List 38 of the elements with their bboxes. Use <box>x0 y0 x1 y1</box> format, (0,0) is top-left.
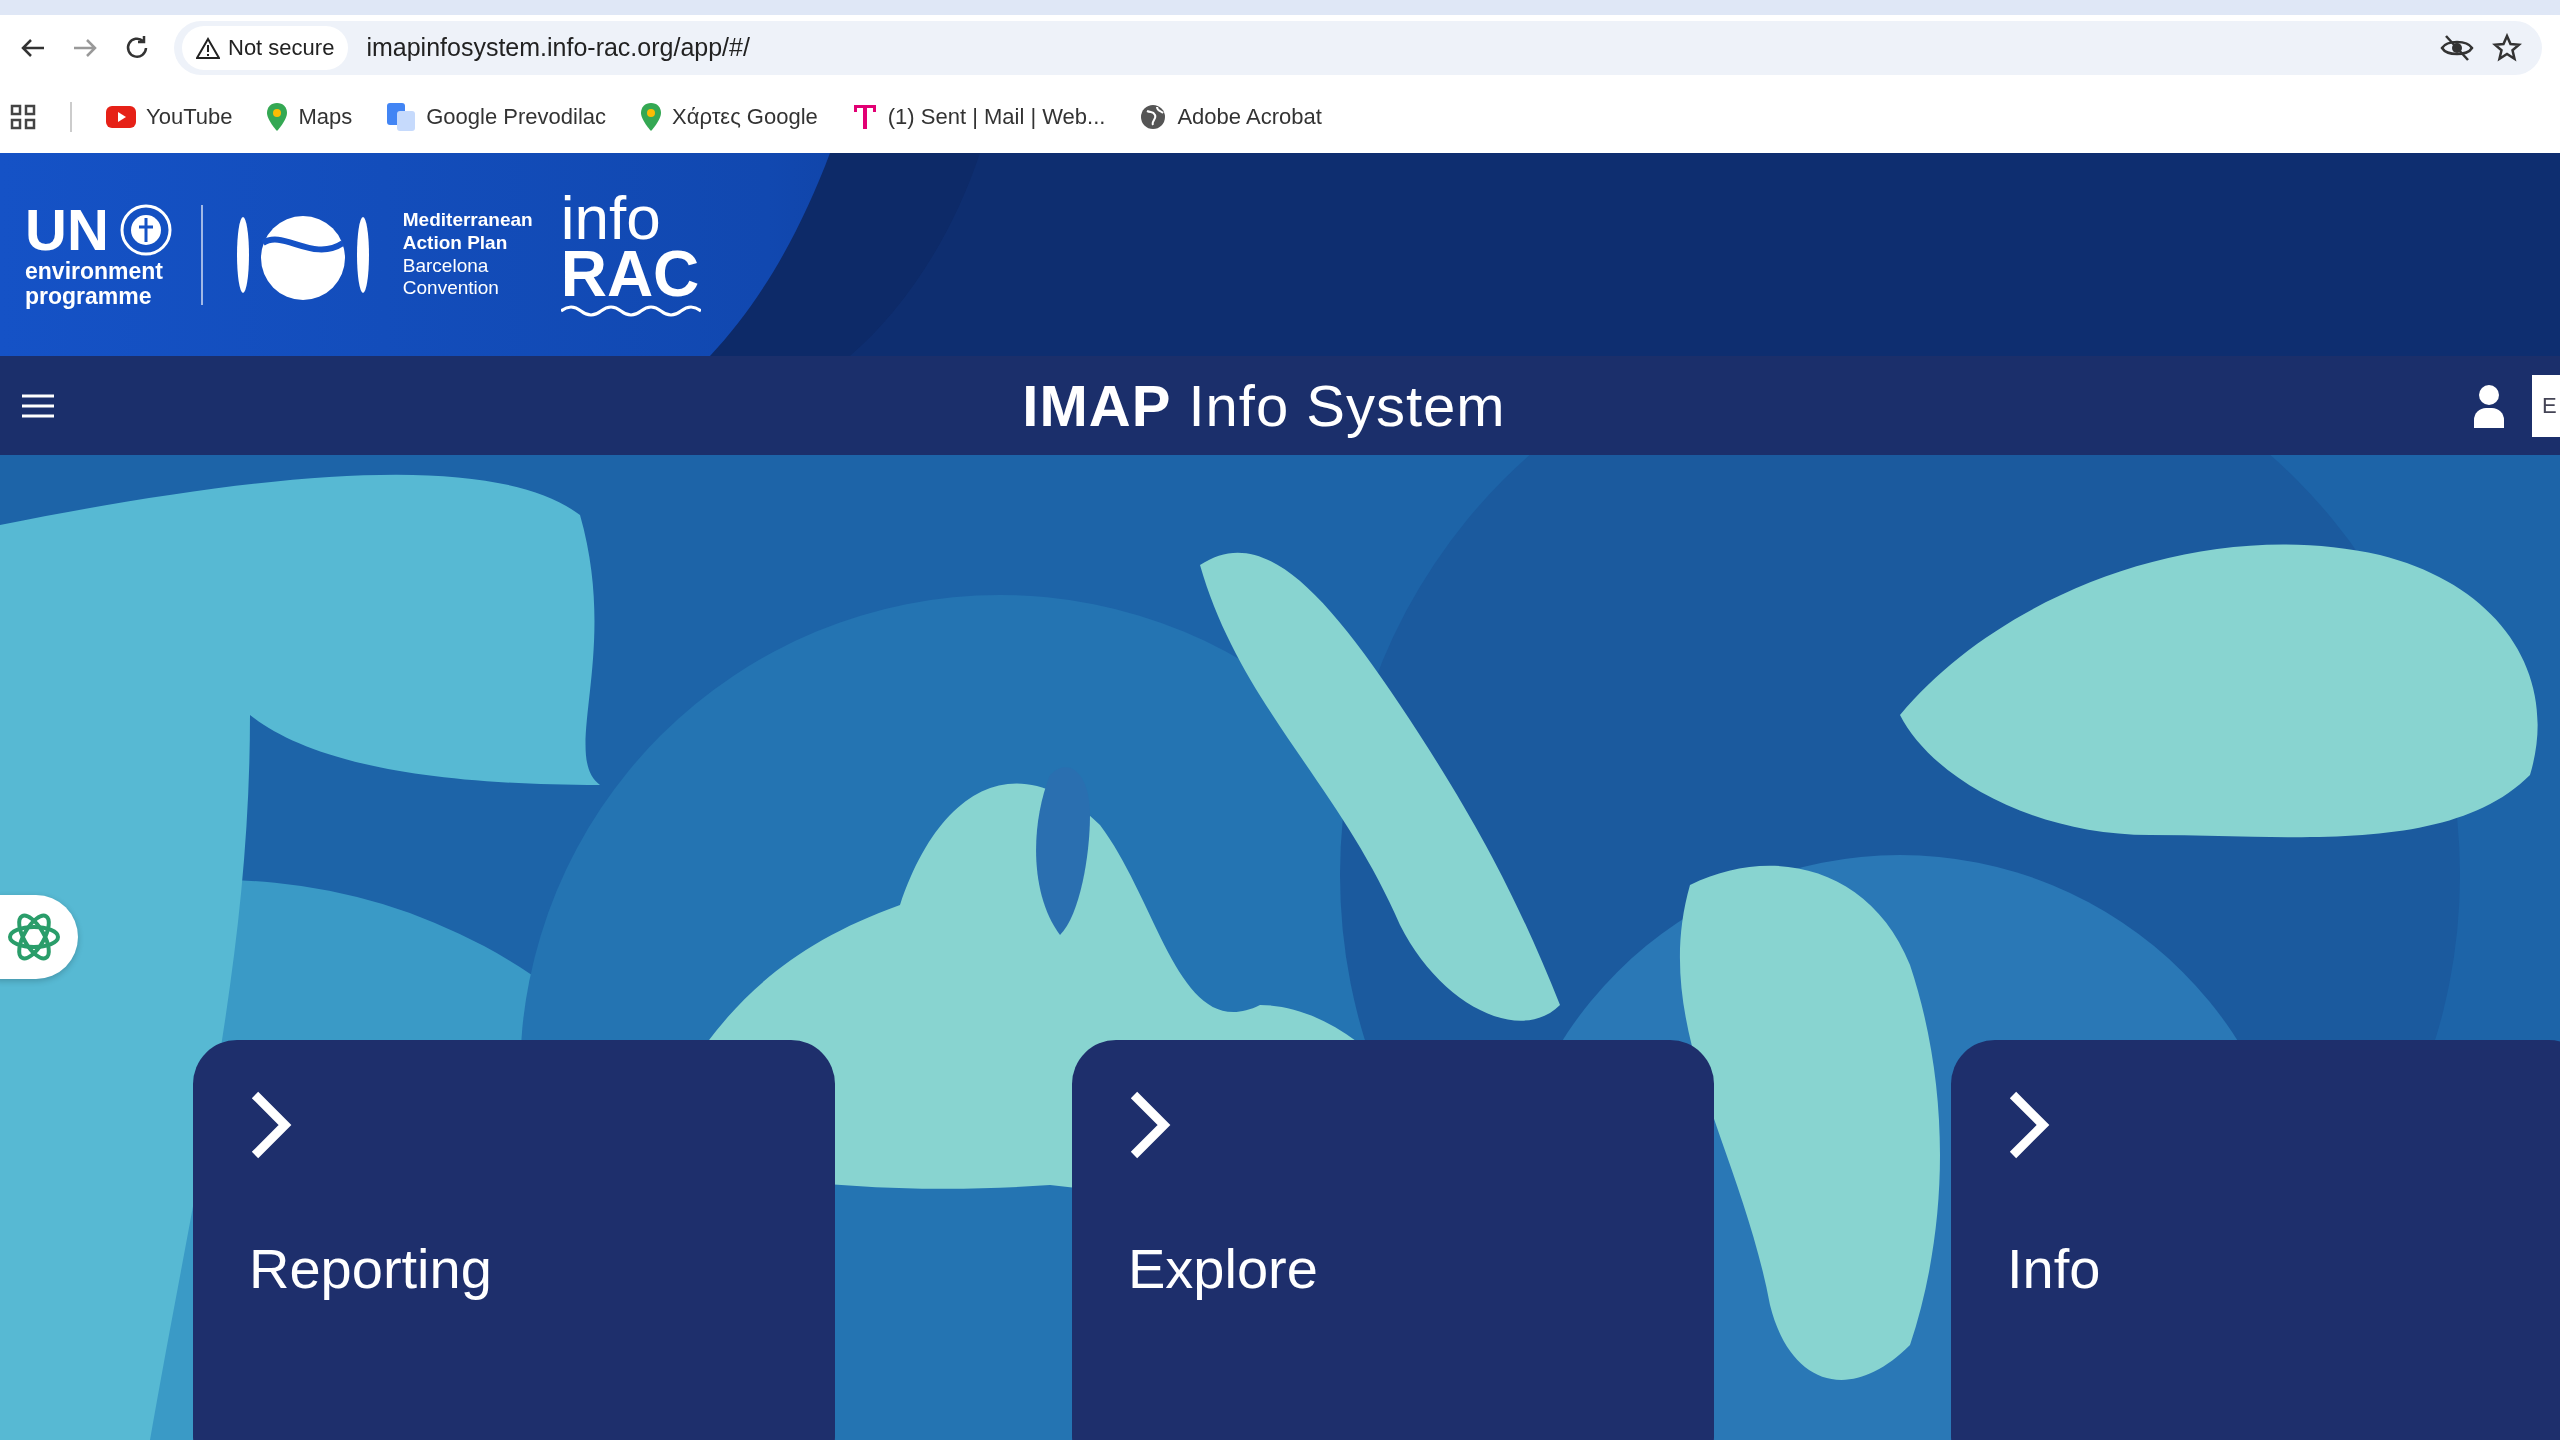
video-play-icon <box>106 105 136 128</box>
translate-icon <box>386 101 417 132</box>
bookmark-link[interactable]: Google Prevodilac <box>386 101 607 132</box>
logo-text: info <box>560 189 661 246</box>
bookmark-link[interactable]: Maps <box>266 101 353 132</box>
apps-grid-icon[interactable] <box>10 103 36 130</box>
logo-text: RAC <box>560 245 701 304</box>
user-icon[interactable] <box>2472 383 2506 428</box>
navigation-card[interactable]: Explore <box>1072 1040 1714 1440</box>
security-label: Not secure <box>228 34 335 61</box>
logo-text: environment <box>25 259 165 284</box>
logo-text: Action Plan <box>402 231 509 255</box>
chevron-right-icon <box>1128 1090 1172 1160</box>
chevron-right-icon <box>249 1090 293 1160</box>
star-icon[interactable] <box>2492 32 2522 63</box>
globe-emblem-icon <box>118 203 173 258</box>
bookmark-link[interactable]: Χάρτες Google <box>640 101 818 132</box>
navigation-card[interactable]: Info <box>1951 1040 2560 1440</box>
map-pin-icon <box>266 101 289 132</box>
globe-icon <box>1139 102 1168 131</box>
bookmark-link[interactable]: (1) Sent | Mail | Web... <box>851 102 1106 131</box>
bookmark-link[interactable]: Adobe Acrobat <box>1139 102 1322 131</box>
logo-text: Mediterranean <box>402 208 533 232</box>
url-text: imapinfosystem.info-rac.org/app/#/ <box>366 33 751 62</box>
address-bar[interactable]: Not secure imapinfosystem.info-rac.org/app/#/ <box>174 20 2542 75</box>
security-chip[interactable]: Not secure <box>182 25 349 70</box>
app-title: IMAP Info System <box>1021 372 1507 439</box>
warning-icon <box>196 36 220 59</box>
logo-text: Barcelona <box>402 254 490 278</box>
bookmark-link[interactable]: YouTube <box>106 103 233 130</box>
language-button[interactable]: E <box>2532 374 2560 437</box>
logo-text: Convention <box>402 277 500 301</box>
logo-abbreviation: UN <box>25 201 109 260</box>
logo-text: programme <box>25 283 153 308</box>
navigation-card[interactable]: Reporting <box>193 1040 835 1440</box>
t-logo-icon <box>851 102 878 131</box>
map-pin-icon <box>640 101 663 132</box>
chevron-right-icon <box>2007 1090 2051 1160</box>
